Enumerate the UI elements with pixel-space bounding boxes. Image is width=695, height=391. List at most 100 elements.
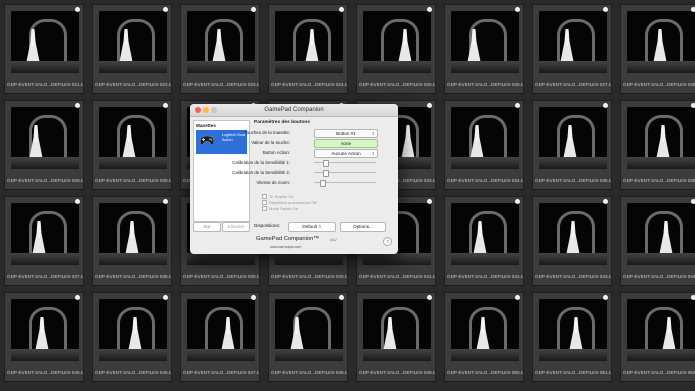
thumbnail-cell[interactable]: GDP-EVENT-SALO...DEFILES-029.CR2 xyxy=(4,100,84,190)
thumbnail-cell[interactable]: GDP-EVENT-SALO...DEFILES-024.CR2 xyxy=(268,4,348,94)
controller-item[interactable]: Logitech Dual Action xyxy=(196,130,247,154)
thumbnail-cell[interactable]: GDP-EVENT-SALO...DEFILES-045.CR2 xyxy=(4,292,84,382)
minimize-window-icon[interactable] xyxy=(203,107,209,113)
slider-knob[interactable] xyxy=(322,160,329,167)
thumbnail-cell[interactable]: GDP-EVENT-SALO...DEFILES-022.CR2 xyxy=(92,4,172,94)
zoom-window-icon[interactable] xyxy=(211,107,217,113)
thumbnail-filename: GDP-EVENT-SALO...DEFILES-027.CR2 xyxy=(535,82,611,87)
button-action-select[interactable]: Aucune Action ⇕ xyxy=(314,149,378,158)
thumbnail-cell[interactable]: GDP-EVENT-SALO...DEFILES-023.CR2 xyxy=(180,4,260,94)
thumbnail-cell[interactable]: GDP-EVENT-SALO...DEFILES-025.CR2 xyxy=(356,4,436,94)
window-title: GamePad Companion xyxy=(264,107,324,113)
thumbnail-cell[interactable]: GDP-EVENT-SALO...DEFILES-028.CR2 xyxy=(620,4,695,94)
thumbnail-cell[interactable]: GDP-EVENT-SALO...DEFILES-051.CR2 xyxy=(532,292,612,382)
thumbnail-cell[interactable]: GDP-EVENT-SALO...DEFILES-052.CR2 xyxy=(620,292,695,382)
thumbnail-cell[interactable]: GDP-EVENT-SALO...DEFILES-044.CR2 xyxy=(620,196,695,286)
dispositions-select[interactable]: Default ⇕ xyxy=(288,222,336,232)
thumbnail-image xyxy=(11,299,79,361)
runway xyxy=(99,61,167,73)
runway xyxy=(187,253,255,265)
sensitivity-2-row: Calibration de la Sensibilité 2: xyxy=(232,169,394,179)
zoom-speed-slider[interactable] xyxy=(314,180,376,187)
controller-button-row: Touches de la manette: Button #1 ⇕ xyxy=(245,129,394,139)
runway xyxy=(187,349,255,361)
badge-icon xyxy=(515,199,520,204)
runway xyxy=(99,349,167,361)
thumbnail-cell[interactable]: GDP-EVENT-SALO...DEFILES-026.CR2 xyxy=(444,4,524,94)
thumbnail-filename: GDP-EVENT-SALO...DEFILES-026.CR2 xyxy=(447,82,523,87)
slider-knob[interactable] xyxy=(322,170,329,177)
thumbnail-image xyxy=(539,107,607,169)
runway xyxy=(627,61,695,73)
thumbnail-cell[interactable]: GDP-EVENT-SALO...DEFILES-034.CR2 xyxy=(444,100,524,190)
thumbnail-image xyxy=(99,203,167,265)
runway xyxy=(275,253,343,265)
thumbnail-filename: GDP-EVENT-SALO...DEFILES-050.CR2 xyxy=(447,370,523,375)
sur-button[interactable]: Sur xyxy=(193,222,221,232)
thumbnail-cell[interactable]: GDP-EVENT-SALO...DEFILES-037.CR2 xyxy=(4,196,84,286)
thumbnail-cell[interactable]: GDP-EVENT-SALO...DEFILES-021.CR2 xyxy=(4,4,84,94)
stage-arch xyxy=(557,115,595,158)
thumbnail-cell[interactable]: GDP-EVENT-SALO...DEFILES-042.CR2 xyxy=(444,196,524,286)
runway xyxy=(11,253,79,265)
thumbnail-image xyxy=(275,11,343,73)
thumbnail-cell[interactable]: GDP-EVENT-SALO...DEFILES-048.CR2 xyxy=(268,292,348,382)
thumbnail-image xyxy=(363,11,431,73)
thumbnail-cell[interactable]: GDP-EVENT-SALO...DEFILES-046.CR2 xyxy=(92,292,172,382)
thumbnail-cell[interactable]: GDP-EVENT-SALO...DEFILES-027.CR2 xyxy=(532,4,612,94)
badge-icon xyxy=(603,103,608,108)
zoom-speed-row: Vitesse de zoom: xyxy=(254,179,394,189)
badge-icon xyxy=(339,7,344,12)
sensitivity-1-slider[interactable] xyxy=(314,160,376,167)
thumbnail-image xyxy=(11,107,79,169)
badge-icon xyxy=(427,199,432,204)
badge-icon xyxy=(163,199,168,204)
badge-icon xyxy=(427,103,432,108)
thumbnail-filename: GDP-EVENT-SALO...DEFILES-036.CR2 xyxy=(623,178,695,183)
badge-icon xyxy=(603,199,608,204)
thumbnail-filename: GDP-EVENT-SALO...DEFILES-025.CR2 xyxy=(359,82,435,87)
thumbnail-cell[interactable]: GDP-EVENT-SALO...DEFILES-036.CR2 xyxy=(620,100,695,190)
eliminer-button[interactable]: Eliminer xyxy=(222,222,250,232)
thumbnail-cell[interactable]: GDP-EVENT-SALO...DEFILES-035.CR2 xyxy=(532,100,612,190)
runway xyxy=(11,61,79,73)
chevron-updown-icon: ⇕ xyxy=(371,131,375,136)
sensitivity-2-slider[interactable] xyxy=(314,170,376,177)
thumbnail-image xyxy=(187,299,255,361)
options-button[interactable]: Options... xyxy=(340,222,386,232)
badge-icon xyxy=(251,295,256,300)
controller-button-select[interactable]: Button #1 ⇕ xyxy=(314,129,378,138)
thumbnail-image xyxy=(539,11,607,73)
thumbnail-filename: GDP-EVENT-SALO...DEFILES-041.CR2 xyxy=(359,274,435,279)
badge-icon xyxy=(691,7,695,12)
help-icon[interactable]: ? xyxy=(383,237,392,246)
badge-icon xyxy=(75,103,80,108)
thumbnail-filename: GDP-EVENT-SALO...DEFILES-035.CR2 xyxy=(535,178,611,183)
badge-icon xyxy=(251,7,256,12)
sensitivity-1-row: Calibration de la Sensibilité 1: xyxy=(232,159,394,169)
runway xyxy=(11,349,79,361)
badge-icon xyxy=(427,7,432,12)
gamepad-icon xyxy=(200,135,214,145)
badge-icon xyxy=(163,7,168,12)
thumbnail-filename: GDP-EVENT-SALO...DEFILES-037.CR2 xyxy=(7,274,83,279)
thumbnail-cell[interactable]: GDP-EVENT-SALO...DEFILES-050.CR2 xyxy=(444,292,524,382)
thumbnail-cell[interactable]: GDP-EVENT-SALO...DEFILES-038.CR2 xyxy=(92,196,172,286)
app-version: v3.2 xyxy=(330,238,337,242)
badge-icon xyxy=(75,199,80,204)
thumbnail-cell[interactable]: GDP-EVENT-SALO...DEFILES-047.CR2 xyxy=(180,292,260,382)
thumbnail-cell[interactable]: GDP-EVENT-SALO...DEFILES-049.CR2 xyxy=(356,292,436,382)
thumbnail-filename: GDP-EVENT-SALO...DEFILES-049.CR2 xyxy=(359,370,435,375)
runway xyxy=(627,349,695,361)
thumbnail-cell[interactable]: GDP-EVENT-SALO...DEFILES-030.CR2 xyxy=(92,100,172,190)
runway xyxy=(99,253,167,265)
badge-icon xyxy=(75,7,80,12)
slider-knob[interactable] xyxy=(319,180,326,187)
thumbnail-filename: GDP-EVENT-SALO...DEFILES-028.CR2 xyxy=(623,82,695,87)
burst-mode-checkbox[interactable]: Mode Rafale On xyxy=(262,206,317,212)
badge-icon xyxy=(163,295,168,300)
app-url[interactable]: www.carneapa.com xyxy=(270,245,301,249)
thumbnail-cell[interactable]: GDP-EVENT-SALO...DEFILES-043.CR2 xyxy=(532,196,612,286)
close-window-icon[interactable] xyxy=(195,107,201,113)
button-value-field[interactable]: none xyxy=(314,139,378,148)
